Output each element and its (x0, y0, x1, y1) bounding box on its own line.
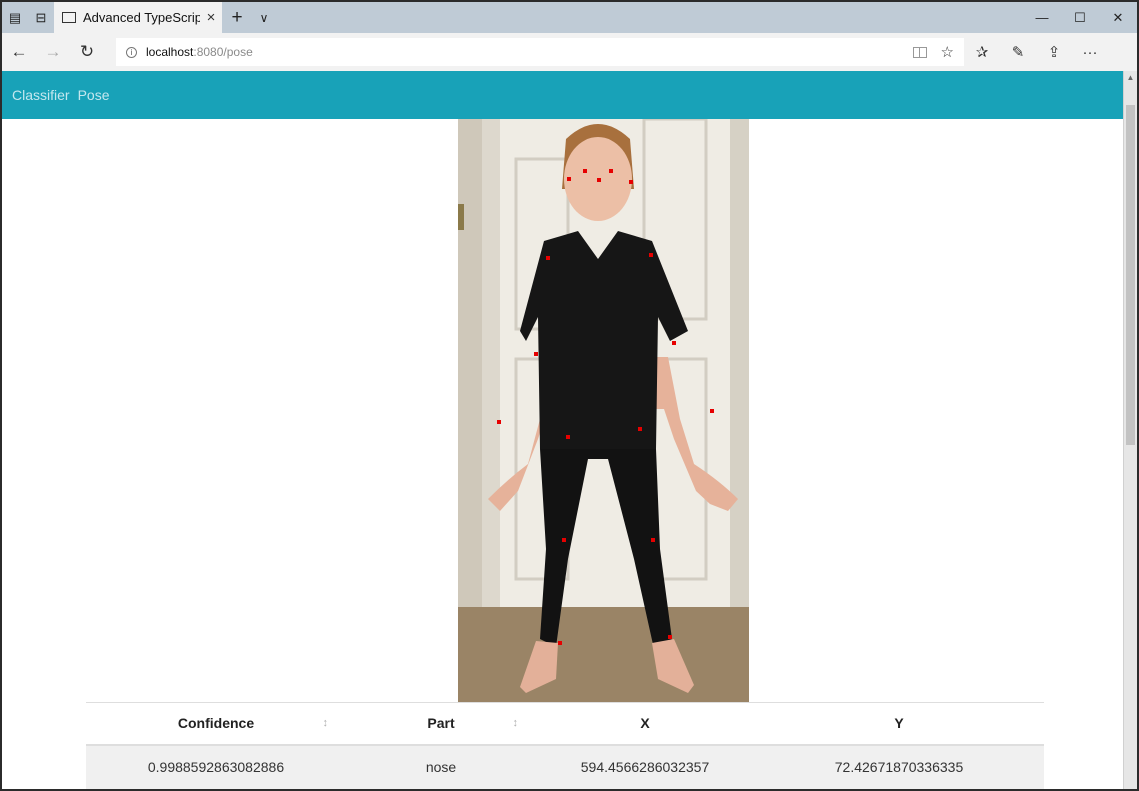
tabs-menu-chevron-icon[interactable]: ∨ (252, 2, 276, 33)
keypoint-marker (562, 538, 566, 542)
pose-results-table: Confidence ↕ Part ↕ X Y 0.99885928630828… (86, 702, 1044, 789)
keypoint-marker (629, 180, 633, 184)
keypoint-marker (567, 177, 571, 181)
table-row: 0.9988592863082886 nose 594.456628603235… (86, 744, 1044, 789)
new-tab-button[interactable]: + (222, 2, 252, 33)
app-header: Classifier Pose (2, 71, 1123, 119)
keypoint-marker (583, 169, 587, 173)
cell-x: 594.4566286032357 (536, 744, 754, 789)
close-window-button[interactable]: ✕ (1099, 2, 1137, 33)
keypoint-marker (668, 635, 672, 639)
title-bar: ▤ ⊟ Advanced TypeScript × + ∨ — ☐ ✕ (2, 2, 1137, 33)
cell-confidence: 0.9988592863082886 (86, 744, 346, 789)
maximize-button[interactable]: ☐ (1061, 2, 1099, 33)
nav-link-classifier[interactable]: Classifier (12, 87, 70, 103)
tab-preview-icon[interactable]: ⊟ (28, 2, 54, 33)
keypoint-marker (534, 352, 538, 356)
pose-photo (458, 119, 749, 702)
back-button[interactable]: ← (2, 42, 36, 62)
keypoint-marker (710, 409, 714, 413)
set-aside-tabs-icon[interactable]: ▤ (2, 2, 28, 33)
favorite-star-icon[interactable]: ☆ (941, 43, 954, 61)
title-bar-drag-area[interactable] (276, 2, 1023, 33)
keypoint-marker (558, 641, 562, 645)
pose-image (458, 119, 749, 702)
more-icon[interactable]: ··· (1072, 44, 1108, 61)
address-bar[interactable]: i localhost :8080/pose ☆ (116, 38, 964, 66)
minimize-button[interactable]: — (1023, 2, 1061, 33)
column-header-part[interactable]: Part ↕ (346, 702, 536, 746)
scroll-thumb[interactable] (1126, 105, 1135, 445)
column-header-y: Y (754, 702, 1044, 746)
share-icon[interactable]: ⇪ (1036, 43, 1072, 61)
column-header-confidence[interactable]: Confidence ↕ (86, 702, 346, 746)
keypoint-marker (609, 169, 613, 173)
column-header-x: X (536, 702, 754, 746)
tab-close-icon[interactable]: × (200, 9, 222, 26)
url-host: localhost (146, 45, 194, 59)
scroll-up-arrow-icon[interactable]: ▲ (1124, 71, 1137, 85)
keypoint-marker (651, 538, 655, 542)
page-viewport: Classifier Pose Confidence ↕ Part ↕ X Y … (2, 71, 1137, 789)
page-favicon (62, 12, 76, 23)
browser-tab[interactable]: Advanced TypeScript × (54, 2, 222, 33)
vertical-scrollbar[interactable]: ▲ (1123, 71, 1137, 789)
keypoint-marker (672, 341, 676, 345)
info-icon[interactable]: i (126, 46, 137, 58)
keypoint-marker (546, 256, 550, 260)
keypoint-marker (649, 253, 653, 257)
cell-y: 72.42671870336335 (754, 744, 1044, 789)
browser-window: ▤ ⊟ Advanced TypeScript × + ∨ — ☐ ✕ ← → … (0, 0, 1139, 791)
nav-link-pose[interactable]: Pose (78, 87, 110, 103)
url-path: :8080/pose (193, 45, 253, 59)
sort-icon[interactable]: ↕ (513, 717, 519, 729)
table-header-row: Confidence ↕ Part ↕ X Y (86, 702, 1044, 746)
keypoint-marker (497, 420, 501, 424)
cell-part: nose (346, 744, 536, 789)
web-notes-icon[interactable]: ✎ (1000, 43, 1036, 61)
tab-title: Advanced TypeScript (83, 10, 200, 25)
reading-view-icon[interactable] (912, 46, 927, 58)
keypoint-marker (597, 178, 601, 182)
refresh-button[interactable]: ↻ (70, 42, 104, 62)
forward-button[interactable]: → (36, 42, 70, 62)
keypoint-marker (638, 427, 642, 431)
navigation-bar: ← → ↻ i localhost :8080/pose ☆ ✰ ✎ ⇪ ··· (2, 33, 1137, 71)
favorites-hub-icon[interactable]: ✰ (964, 43, 1000, 61)
sort-icon[interactable]: ↕ (323, 717, 329, 729)
keypoint-marker (566, 435, 570, 439)
